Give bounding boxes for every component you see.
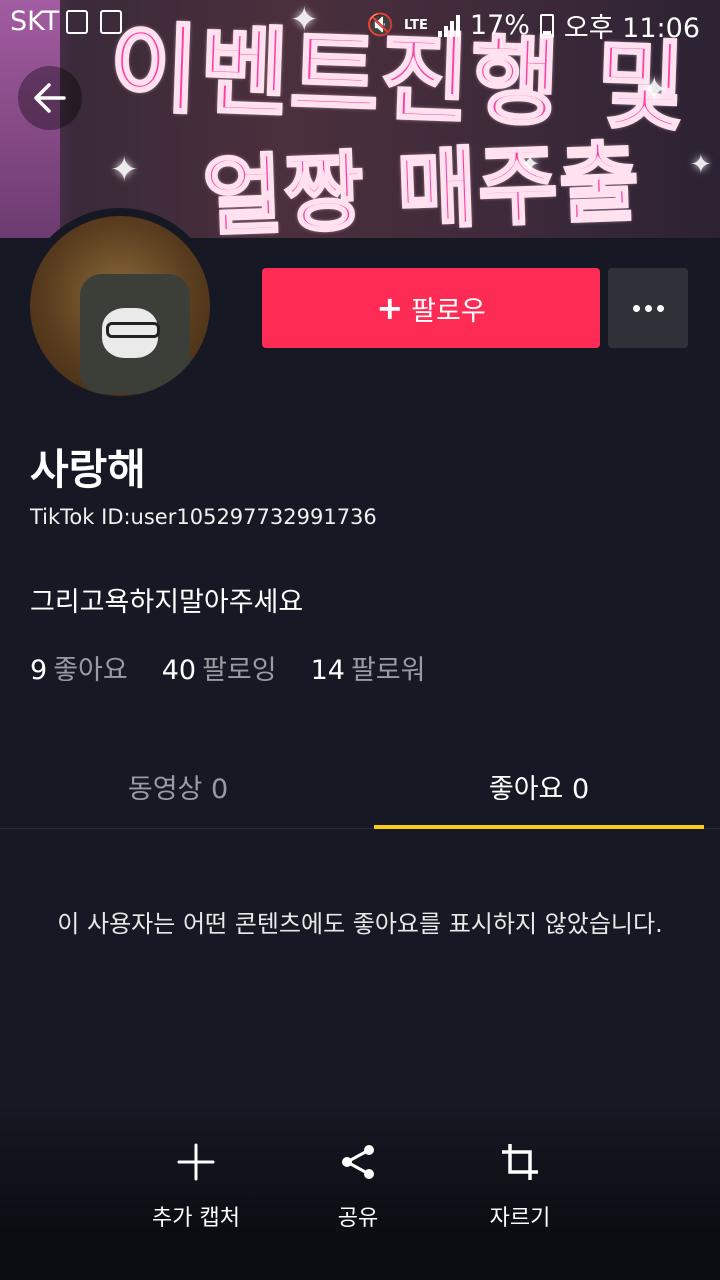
profile-name: 사랑해 <box>30 445 146 494</box>
active-tab-indicator <box>374 825 704 829</box>
gallery-icon <box>100 10 122 34</box>
crop-button[interactable]: 자르기 <box>450 1142 590 1232</box>
plus-icon: + <box>376 289 404 327</box>
back-arrow-icon <box>34 83 66 113</box>
profile-tabs: 동영상 0 좋아요 0 <box>0 744 720 829</box>
status-bar: SKT 🔇 LTE 17% 오후 11:06 <box>0 0 720 46</box>
tab-likes[interactable]: 좋아요 0 <box>374 744 704 828</box>
avatar[interactable] <box>22 208 218 404</box>
profile-bio: 그리고욕하지말아주세요 <box>30 587 304 618</box>
screenshot-actions-bar: 추가 캡처 공유 자르기 <box>0 1100 720 1280</box>
capture-more-label: 추가 캡처 <box>152 1206 240 1231</box>
share-button[interactable]: 공유 <box>288 1142 428 1232</box>
follow-button-label: 팔로우 <box>411 295 486 327</box>
mute-icon: 🔇 <box>366 13 395 38</box>
sparkle-icon: ✦ <box>520 150 541 178</box>
battery-percent: 17% <box>469 10 530 41</box>
notification-icon <box>66 10 88 34</box>
sparkle-icon: ✦ <box>690 150 712 180</box>
more-dots-icon <box>632 304 640 312</box>
battery-icon <box>539 13 554 38</box>
crop-icon <box>502 1144 538 1180</box>
plus-icon <box>177 1143 215 1181</box>
stat-following[interactable]: 40 팔로잉 <box>162 648 277 687</box>
sparkle-icon: ✦ <box>110 150 139 190</box>
crop-label: 자르기 <box>489 1206 551 1231</box>
sparkle-icon: ✦ <box>640 70 669 110</box>
profile-stats: 9 좋아요 40 팔로잉 14 팔로워 <box>30 648 426 687</box>
tab-videos[interactable]: 동영상 0 <box>0 744 356 828</box>
follow-button[interactable]: + 팔로우 <box>262 268 600 348</box>
avatar-image <box>30 216 210 396</box>
carrier-label: SKT <box>10 6 60 37</box>
more-options-button[interactable] <box>608 268 688 348</box>
empty-state-message: 이 사용자는 어떤 콘텐츠에도 좋아요를 표시하지 않았습니다. <box>57 910 663 938</box>
share-icon <box>342 1145 374 1179</box>
capture-more-button[interactable]: 추가 캡처 <box>126 1142 266 1232</box>
tiktok-id: TikTok ID:user105297732991736 <box>30 505 377 529</box>
stat-likes[interactable]: 9 좋아요 <box>30 648 128 687</box>
share-label: 공유 <box>337 1206 379 1231</box>
lte-label: LTE <box>404 18 428 33</box>
banner-text-line2: 얼짱 매주출연 <box>200 131 644 238</box>
stat-followers[interactable]: 14 팔로워 <box>311 648 426 687</box>
signal-icon <box>437 14 460 37</box>
clock: 오후 11:06 <box>563 13 700 44</box>
back-button[interactable] <box>18 66 82 130</box>
